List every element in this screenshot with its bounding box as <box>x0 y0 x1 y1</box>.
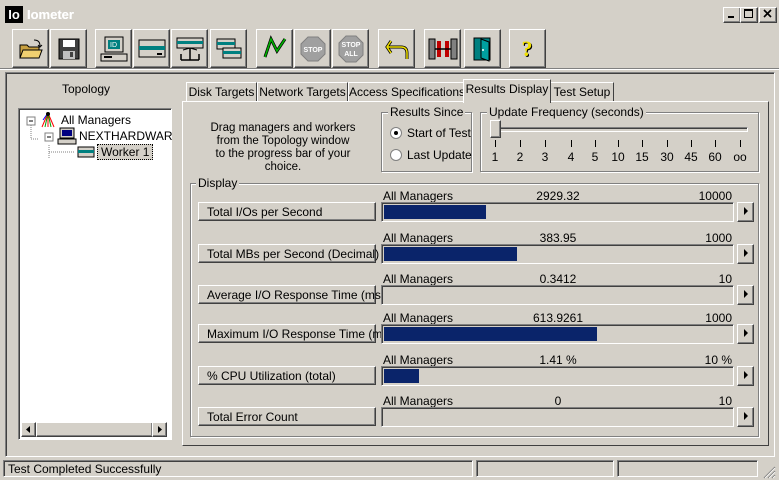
metric-button[interactable]: Maximum I/O Response Time (ms) <box>198 324 392 343</box>
metric-value: 383.95 <box>539 231 577 245</box>
metric-value: 2929.32 <box>536 189 580 203</box>
metric-bar-track <box>381 366 734 386</box>
metric-select-button[interactable] <box>737 285 754 305</box>
metric-button[interactable]: Total MBs per Second (Decimal) <box>198 244 379 263</box>
metric-select-button[interactable] <box>737 324 754 344</box>
metric-max: 10 % <box>704 353 732 367</box>
metric-source: All Managers <box>383 272 454 286</box>
metric-value: 0.3412 <box>539 272 577 286</box>
metric-bar-track <box>381 285 734 305</box>
metric-value: 0 <box>554 394 562 408</box>
metric-bar-track <box>381 244 734 264</box>
metric-value: 1.41 % <box>539 353 577 367</box>
metric-source: All Managers <box>383 231 454 245</box>
metric-source: All Managers <box>383 353 454 367</box>
metric-max: 10 <box>718 272 732 286</box>
metric-select-button[interactable] <box>737 202 754 222</box>
arrow-right-icon <box>744 290 748 298</box>
metric-button[interactable]: Average I/O Response Time (ms) <box>198 285 385 304</box>
arrow-right-icon <box>744 371 748 379</box>
metric-bar-track <box>381 202 734 222</box>
metric-source: All Managers <box>383 189 454 203</box>
metric-bar-fill <box>384 247 517 261</box>
arrow-right-icon <box>744 412 748 420</box>
metric-bar-fill <box>384 205 486 219</box>
metric-select-button[interactable] <box>737 366 754 386</box>
metric-bar-fill <box>384 369 419 383</box>
frequency-slider-thumb[interactable] <box>490 120 501 138</box>
metric-max: 10 <box>718 394 732 408</box>
metric-bar-track <box>381 324 734 344</box>
metric-max: 1000 <box>705 311 732 325</box>
metric-max: 10000 <box>698 189 732 203</box>
display-rows: Total I/Os per Second All Managers 2929.32… <box>0 0 779 480</box>
metric-button[interactable]: Total I/Os per Second <box>198 202 376 221</box>
metric-bar-track <box>381 407 734 427</box>
metric-bar-fill <box>384 327 597 341</box>
metric-select-button[interactable] <box>737 244 754 264</box>
metric-button[interactable]: Total Error Count <box>198 407 376 426</box>
metric-max: 1000 <box>705 231 732 245</box>
arrow-right-icon <box>744 329 748 337</box>
metric-select-button[interactable] <box>737 407 754 427</box>
metric-button[interactable]: % CPU Utilization (total) <box>198 366 376 385</box>
metric-source: All Managers <box>383 394 454 408</box>
metric-source: All Managers <box>383 311 454 325</box>
arrow-right-icon <box>744 207 748 215</box>
arrow-right-icon <box>744 249 748 257</box>
metric-value: 613.9261 <box>532 311 584 325</box>
